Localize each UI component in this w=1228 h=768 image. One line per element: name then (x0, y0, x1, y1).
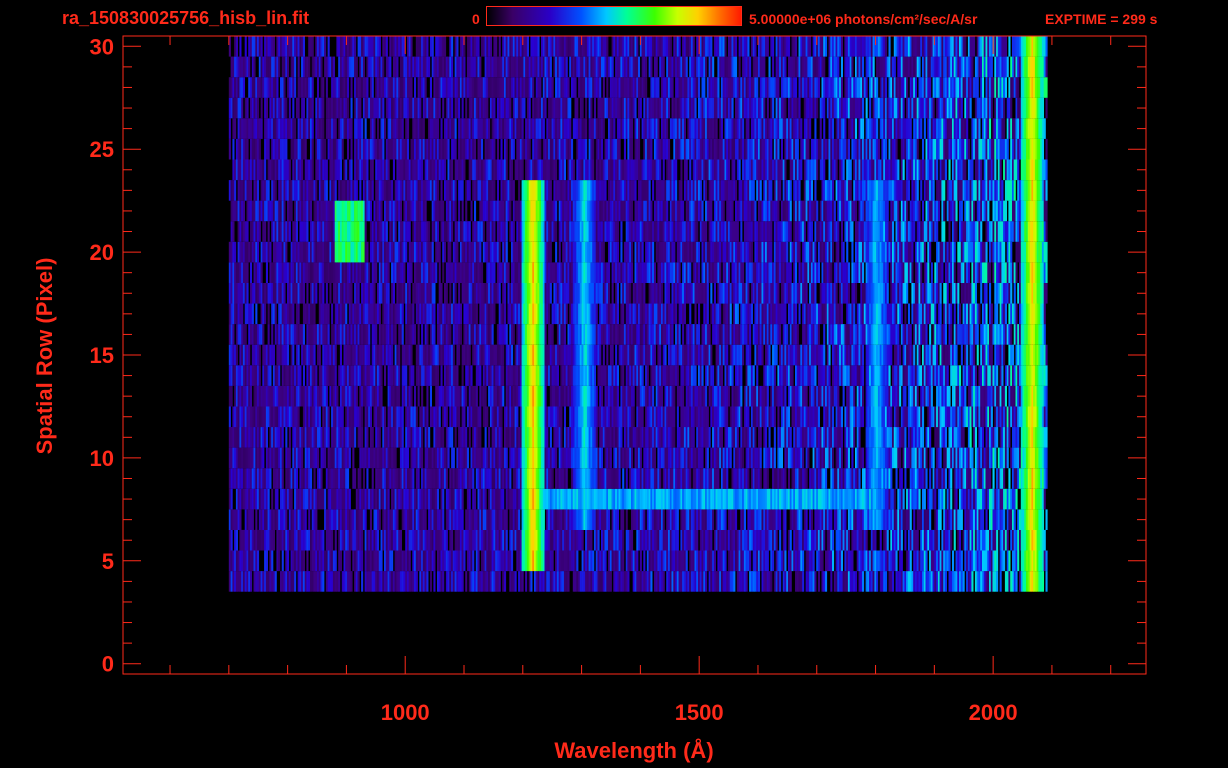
y-tick-label: 10 (90, 446, 114, 471)
x-tick-label: 1500 (675, 700, 724, 725)
y-tick-label: 25 (90, 137, 114, 162)
y-tick-label: 20 (90, 240, 114, 265)
y-tick-label: 30 (90, 34, 114, 59)
x-tick-label: 2000 (969, 700, 1018, 725)
x-axis-title: Wavelength (Å) (554, 737, 713, 763)
y-tick-label: 0 (102, 652, 114, 677)
spectrum-chart: 1000 1500 2000051015202530 Wavelength (Å) … (32, 34, 1147, 763)
y-tick-label: 15 (90, 343, 114, 368)
y-axis-title: Spatial Row (Pixel) (32, 258, 57, 455)
heatmap-image (228, 36, 1048, 592)
y-tick-label: 5 (102, 549, 114, 574)
x-tick-label: 1000 (381, 700, 430, 725)
